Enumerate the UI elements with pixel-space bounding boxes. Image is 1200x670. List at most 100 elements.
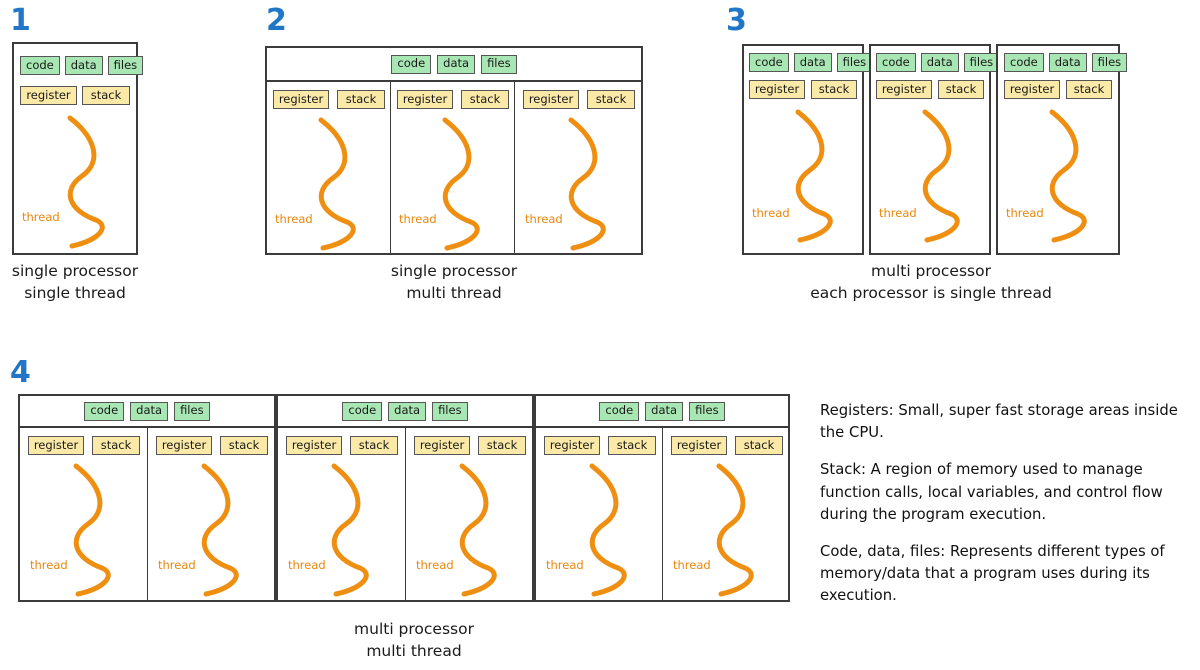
register-row: register stack (273, 90, 385, 109)
thread-squiggle (922, 109, 960, 243)
thread-squiggle (459, 463, 497, 597)
panel-1-memory-row: code data files (20, 56, 144, 75)
thread-label: thread (546, 558, 584, 572)
shared-memory-bar: code data files (20, 396, 274, 428)
thread-column: register stack thread (148, 428, 274, 600)
thread-column: register stack thread (20, 428, 148, 600)
stack-chip: stack (735, 436, 783, 455)
thread-column: register stack thread (267, 82, 391, 255)
thread-squiggle (201, 463, 239, 597)
data-chip: data (130, 401, 169, 421)
panel-1-caption: single processor single thread (11, 262, 139, 303)
stack-chip: stack (587, 90, 635, 109)
code-chip: code (84, 401, 125, 421)
stack-chip: stack (337, 90, 385, 109)
data-chip: data (645, 401, 684, 421)
data-chip: data (437, 54, 476, 74)
panel-3-number: 3 (726, 3, 747, 38)
shared-memory-bar: code data files (278, 396, 532, 428)
thread-column: register stack thread (278, 428, 406, 600)
register-row: register stack (1004, 80, 1112, 99)
code-chip: code (876, 53, 916, 72)
panel-1-processor-box: code data files register stack thread (12, 42, 144, 255)
panel-4-processor-box: code data files register stack thread re… (276, 394, 534, 602)
thread-column: register stack thread (406, 428, 532, 600)
panel-1-register-row: register stack (20, 86, 130, 105)
register-row: register stack (544, 436, 656, 455)
files-chip: files (689, 401, 725, 421)
thread-squiggle (318, 117, 356, 251)
register-row: register stack (156, 436, 268, 455)
note-code-data-files: Code, data, files: Represents different … (820, 542, 1165, 605)
thread-label: thread (399, 212, 437, 226)
thread-label: thread (275, 212, 313, 226)
stack-chip: stack (461, 90, 509, 109)
panel-2-shared-memory-bar: code data files (267, 48, 641, 82)
register-row: register stack (414, 436, 526, 455)
files-chip: files (432, 401, 468, 421)
data-chip: data (793, 53, 832, 72)
thread-squiggle (795, 109, 833, 243)
thread-column: register stack thread (536, 428, 663, 600)
register-row: register stack (286, 436, 398, 455)
panel-3-processor-box: code data files register stack thread (742, 44, 873, 255)
thread-label: thread (525, 212, 563, 226)
memory-row: code data files (1004, 53, 1128, 72)
files-chip: files (107, 56, 144, 75)
stack-chip: stack (350, 436, 398, 455)
panel-3-processor-box: code data files register stack thread (996, 44, 1128, 255)
thread-label: thread (30, 558, 68, 572)
code-chip: code (749, 53, 789, 72)
thread-squiggle (442, 117, 480, 251)
register-chip: register (749, 80, 805, 99)
note-stack: Stack: A region of memory used to manage… (820, 461, 1163, 523)
panel-4-processor-box: code data files register stack thread re… (18, 394, 276, 602)
panel-2-processor-box: code data files register stack thread re… (265, 46, 643, 255)
shared-memory-bar: code data files (536, 396, 788, 428)
notes-block: Registers: Small, super fast storage are… (820, 400, 1190, 608)
thread-squiggle (716, 463, 754, 597)
panel-3-caption: multi processor each processor is single… (810, 262, 1052, 303)
register-chip: register (273, 90, 329, 109)
thread-squiggle (73, 463, 111, 597)
register-chip: register (28, 436, 84, 455)
data-chip: data (1048, 53, 1087, 72)
thread-column: register stack thread (515, 82, 641, 255)
stack-chip: stack (82, 86, 130, 105)
register-chip: register (671, 436, 727, 455)
register-chip: register (876, 80, 932, 99)
panel-4-processor-box: code data files register stack thread re… (534, 394, 790, 602)
thread-label: thread (22, 210, 60, 224)
memory-row: code data files (749, 53, 873, 72)
thread-squiggle (1049, 109, 1087, 243)
register-row: register stack (28, 436, 140, 455)
thread-label: thread (673, 558, 711, 572)
thread-column: register stack thread (391, 82, 515, 255)
stack-chip: stack (92, 436, 140, 455)
code-chip: code (20, 56, 60, 75)
panel-4-caption: multi processor multi thread (354, 620, 474, 661)
stack-chip: stack (811, 80, 857, 99)
files-chip: files (1091, 53, 1128, 72)
data-chip: data (64, 56, 103, 75)
register-row: register stack (397, 90, 509, 109)
thread-label: thread (288, 558, 326, 572)
thread-squiggle (67, 115, 105, 249)
panel-3-processor-box: code data files register stack thread (869, 44, 1000, 255)
register-chip: register (523, 90, 579, 109)
thread-label: thread (752, 206, 790, 220)
note-registers: Registers: Small, super fast storage are… (820, 402, 1178, 442)
register-row: register stack (671, 436, 783, 455)
stack-chip: stack (1066, 80, 1112, 99)
files-chip: files (836, 53, 873, 72)
panel-2-caption: single processor multi thread (390, 262, 518, 303)
thread-label: thread (879, 206, 917, 220)
stack-chip: stack (938, 80, 984, 99)
thread-label: thread (416, 558, 454, 572)
stack-chip: stack (608, 436, 656, 455)
code-chip: code (391, 54, 432, 74)
register-chip: register (286, 436, 342, 455)
panel-4-number: 4 (10, 355, 31, 390)
thread-column: register stack thread (663, 428, 788, 600)
thread-label: thread (1006, 206, 1044, 220)
